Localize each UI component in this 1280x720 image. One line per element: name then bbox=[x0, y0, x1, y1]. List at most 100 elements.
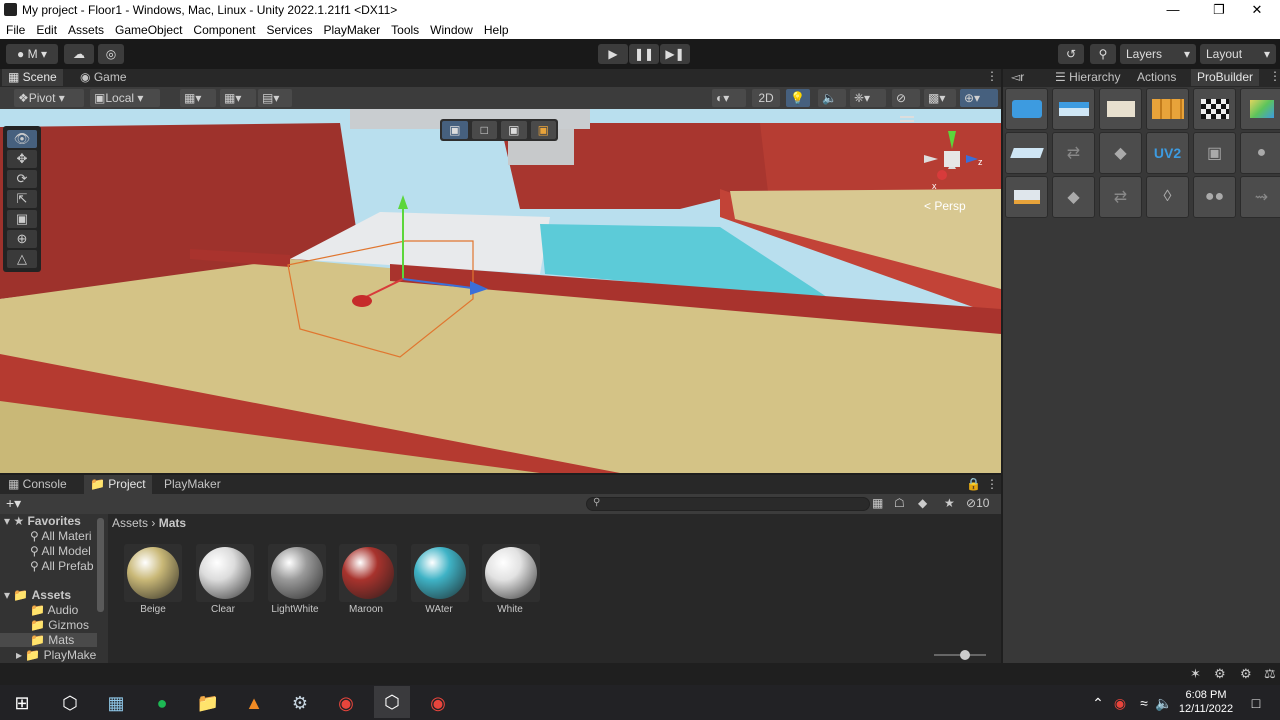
spotify-icon[interactable]: ● bbox=[148, 689, 176, 717]
layers-dropdown[interactable]: Layers ▾ bbox=[1120, 44, 1196, 64]
favorites-header[interactable]: ▾ ★ Favorites bbox=[4, 514, 81, 528]
transform-tool-icon[interactable]: ⊕ bbox=[7, 230, 37, 248]
pivot-to-center-icon[interactable]: ◆ bbox=[1099, 132, 1142, 174]
collab-icon[interactable]: ◎ bbox=[98, 44, 124, 64]
tab-project[interactable]: 📁 Project bbox=[84, 475, 152, 494]
favorites-item[interactable]: ⚲ All Model bbox=[30, 544, 91, 558]
close-icon[interactable]: ✕ bbox=[1234, 0, 1280, 20]
assets-header[interactable]: ▾ 📁 Assets bbox=[4, 588, 71, 602]
menu-window[interactable]: Window bbox=[424, 20, 478, 37]
cache-server-icon[interactable]: ⚖ bbox=[1264, 666, 1276, 682]
face-mode-icon[interactable]: ▣ bbox=[530, 121, 556, 139]
edge-mode-icon[interactable]: ▣ bbox=[501, 121, 527, 139]
auto-generate-lighting-icon[interactable]: ⚙ bbox=[1240, 666, 1252, 682]
flip-normals-icon[interactable]: ▣ bbox=[1193, 132, 1236, 174]
uv2-icon[interactable]: UV2 bbox=[1146, 132, 1189, 174]
unity-hub-icon[interactable]: ⬡ bbox=[56, 689, 84, 717]
rotate-tool-icon[interactable]: ⟳ bbox=[7, 170, 37, 188]
taskbar-clock[interactable]: 6:08 PM 12/11/2022 bbox=[1176, 688, 1236, 716]
menu-file[interactable]: File bbox=[0, 20, 30, 37]
steam-icon[interactable]: ⚙ bbox=[286, 689, 314, 717]
menu-playmaker[interactable]: PlayMaker bbox=[317, 20, 385, 37]
material-tile[interactable] bbox=[196, 544, 254, 602]
filter-icon[interactable]: ☖ bbox=[894, 496, 905, 510]
step-icon[interactable]: ▶❚ bbox=[660, 44, 690, 64]
material-editor-icon[interactable] bbox=[1146, 88, 1189, 130]
effects-icon[interactable]: ❈▾ bbox=[850, 89, 886, 107]
lock-icon[interactable]: 🔒 bbox=[966, 477, 981, 491]
vlc-icon[interactable]: ▲ bbox=[240, 689, 268, 717]
menu-component[interactable]: Component bbox=[187, 20, 260, 37]
extrude-icon[interactable]: ◊ bbox=[1146, 176, 1189, 218]
smoothing-icon[interactable] bbox=[1099, 88, 1142, 130]
object-mode-icon[interactable]: ▣ bbox=[442, 121, 468, 139]
search-icon[interactable]: ⚲ bbox=[1090, 44, 1116, 64]
unity-editor-icon[interactable]: ⬡ bbox=[374, 686, 410, 718]
notes-app-icon[interactable]: ▦ bbox=[102, 689, 130, 717]
export-icon[interactable]: ⇝ bbox=[1240, 176, 1280, 218]
merge-objects-icon[interactable]: ●● bbox=[1193, 176, 1236, 218]
vertex-mode-icon[interactable]: □ bbox=[471, 121, 497, 139]
camera-settings-icon[interactable]: ▩▾ bbox=[924, 89, 956, 107]
account-button[interactable]: ● M ▾ bbox=[6, 44, 58, 64]
label-icon[interactable]: ◆ bbox=[918, 496, 927, 510]
pivot-dropdown[interactable]: ❖Pivot ▾ bbox=[14, 89, 84, 107]
toggle-2d-button[interactable]: 2D bbox=[752, 89, 780, 107]
material-label[interactable]: WAter bbox=[404, 604, 474, 615]
slider-thumb[interactable] bbox=[960, 650, 970, 660]
progress-icon[interactable]: ⚙ bbox=[1214, 666, 1226, 682]
material-tile[interactable] bbox=[411, 544, 469, 602]
create-button[interactable]: +▾ bbox=[6, 495, 21, 512]
folder-item-selected[interactable]: 📁 Mats bbox=[0, 633, 97, 647]
perspective-label[interactable]: < Persp bbox=[924, 199, 966, 213]
history-icon[interactable]: ↺ bbox=[1058, 44, 1084, 64]
pause-icon[interactable]: ❚❚ bbox=[629, 44, 659, 64]
mirror-objects-icon[interactable]: ⇄ bbox=[1052, 132, 1095, 174]
new-poly-shape-icon[interactable] bbox=[1052, 88, 1095, 130]
menu-gameobject[interactable]: GameObject bbox=[109, 20, 187, 37]
tab-menu-icon[interactable]: ⋮ bbox=[986, 69, 998, 83]
favorites-item[interactable]: ⚲ All Prefab bbox=[30, 559, 94, 573]
menu-edit[interactable]: Edit bbox=[30, 20, 62, 37]
subdivide-icon[interactable]: ⇄ bbox=[1099, 176, 1142, 218]
material-tile[interactable] bbox=[482, 544, 540, 602]
scale-tool-icon[interactable]: ⇱ bbox=[7, 190, 37, 208]
triangulate-icon[interactable]: ◆ bbox=[1052, 176, 1095, 218]
material-tile[interactable] bbox=[124, 544, 182, 602]
move-tool-icon[interactable]: ✥ bbox=[7, 150, 37, 168]
orientation-gizmo[interactable]: z x < Persp bbox=[918, 129, 988, 213]
material-label[interactable]: Beige bbox=[118, 604, 188, 615]
menu-services[interactable]: Services bbox=[260, 20, 317, 37]
chrome-icon[interactable]: ◉ bbox=[332, 689, 360, 717]
scene-viewport[interactable]: ▣ □ ▣ ▣ z x < Persp bbox=[0, 109, 1001, 473]
new-shape-icon[interactable] bbox=[1005, 88, 1048, 130]
menu-help[interactable]: Help bbox=[478, 20, 514, 37]
notification-icon[interactable]: □ bbox=[1242, 689, 1270, 717]
conform-normals-icon[interactable]: ● bbox=[1240, 132, 1280, 174]
layout-dropdown[interactable]: Layout ▾ bbox=[1200, 44, 1276, 64]
center-pivot-icon[interactable] bbox=[1005, 176, 1048, 218]
grid-snap-icon[interactable]: ▦▾ bbox=[180, 89, 216, 107]
favorite-star-icon[interactable]: ★ bbox=[944, 496, 955, 510]
material-tile[interactable] bbox=[339, 544, 397, 602]
new-bezier-shape-icon[interactable] bbox=[1005, 132, 1048, 174]
material-label[interactable]: LightWhite bbox=[260, 604, 330, 615]
material-label[interactable]: Clear bbox=[188, 604, 258, 615]
minimize-icon[interactable]: — bbox=[1150, 0, 1196, 20]
vertex-colors-icon[interactable] bbox=[1240, 88, 1280, 130]
tab-probuilder[interactable]: ProBuilder bbox=[1191, 69, 1260, 86]
breadcrumb-mats[interactable]: Mats bbox=[159, 516, 186, 530]
tab-console[interactable]: ▦ Console bbox=[2, 475, 73, 494]
local-dropdown[interactable]: ▣Local ▾ bbox=[90, 89, 160, 107]
obs-record-icon[interactable]: ◉ bbox=[424, 689, 452, 717]
tab-actions[interactable]: Actions bbox=[1131, 69, 1182, 86]
view-tool-icon[interactable]: 👁 bbox=[7, 130, 37, 148]
grid-visibility-icon[interactable]: ▦▾ bbox=[220, 89, 256, 107]
tab-game[interactable]: ◉ Game bbox=[74, 69, 133, 86]
tab-scene[interactable]: ▦ Scene bbox=[2, 69, 63, 86]
bottom-tab-menu-icon[interactable]: ⋮ bbox=[986, 477, 998, 491]
rect-tool-icon[interactable]: ▣ bbox=[7, 210, 37, 228]
custom-tool-icon[interactable]: △ bbox=[7, 250, 37, 268]
draw-mode-icon[interactable]: ◐▾ bbox=[712, 89, 746, 107]
tab-playmaker[interactable]: PlayMaker bbox=[158, 475, 227, 494]
